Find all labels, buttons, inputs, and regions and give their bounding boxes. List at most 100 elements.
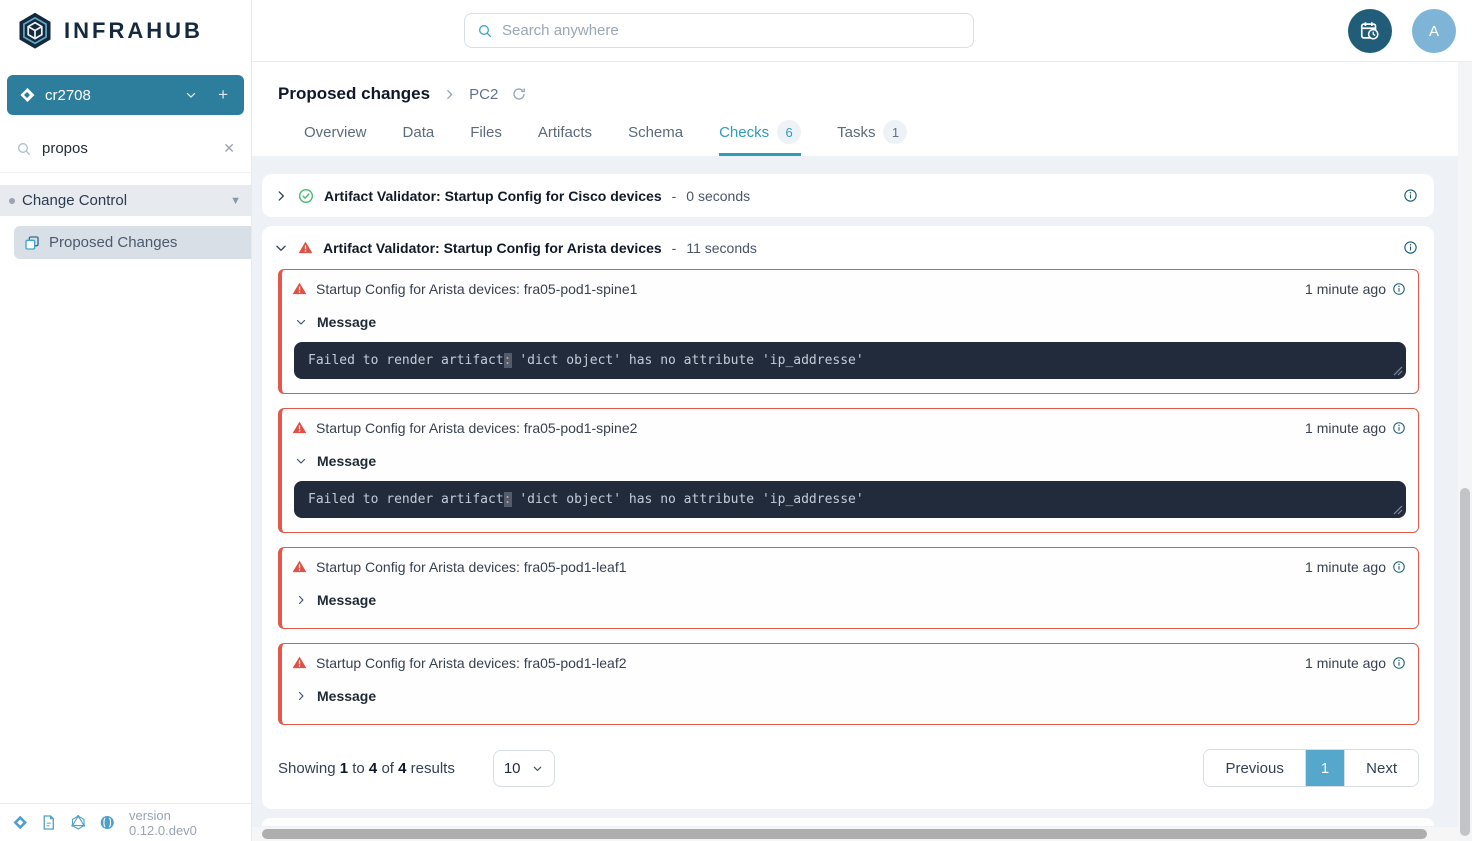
- infrahub-logo-icon: [16, 11, 54, 51]
- docs-icon[interactable]: [41, 814, 57, 831]
- separator: -: [672, 240, 677, 256]
- tab-checks[interactable]: Checks6: [719, 120, 801, 156]
- results-summary: Showing 1 to 4 of 4 results: [278, 760, 455, 777]
- graphql-icon[interactable]: [70, 814, 86, 831]
- chevron-down-icon[interactable]: ▼: [230, 195, 241, 207]
- failure-timestamp: 1 minute ago: [1305, 655, 1386, 671]
- chevron-right-icon: [295, 690, 307, 702]
- failure-title: Startup Config for Arista devices: fra05…: [316, 559, 627, 575]
- error-triangle-icon: [292, 559, 307, 574]
- message-toggle[interactable]: Message: [282, 446, 1418, 476]
- validator-card-cisco: Artifact Validator: Startup Config for C…: [262, 174, 1434, 217]
- pager: Previous 1 Next: [1203, 749, 1419, 787]
- validator-row[interactable]: Artifact Validator: Startup Config for C…: [262, 174, 1434, 217]
- chevron-down-icon: [531, 762, 544, 775]
- app-logo[interactable]: INFRAHUB: [0, 0, 251, 62]
- sidebar: INFRAHUB cr2708 + ✕ Change Control ▼ Pro…: [0, 0, 252, 841]
- info-icon[interactable]: [1403, 188, 1418, 203]
- proposed-changes-icon: [24, 235, 40, 251]
- version-label: version 0.12.0.dev0: [129, 808, 239, 838]
- info-icon[interactable]: [1403, 240, 1418, 255]
- branch-icon: [19, 87, 35, 103]
- pagination: Showing 1 to 4 of 4 results 10 Previous …: [262, 739, 1434, 803]
- message-toggle[interactable]: Message: [282, 307, 1418, 337]
- clear-search-icon[interactable]: ✕: [223, 140, 235, 157]
- validator-duration: 0 seconds: [686, 188, 750, 204]
- validator-duration: 11 seconds: [686, 240, 757, 256]
- search-icon: [16, 141, 32, 157]
- info-icon[interactable]: [1392, 282, 1406, 296]
- chevron-down-icon: [295, 455, 307, 467]
- time-travel-button[interactable]: [1348, 9, 1392, 53]
- info-icon[interactable]: [1392, 560, 1406, 574]
- tab-files[interactable]: Files: [470, 120, 502, 156]
- breadcrumb-section[interactable]: Proposed changes: [278, 84, 430, 104]
- resize-handle-icon[interactable]: [1393, 505, 1403, 515]
- tab-bar: Overview Data Files Artifacts Schema Che…: [278, 120, 1472, 156]
- failure-timestamp: 1 minute ago: [1305, 559, 1386, 575]
- check-failure-card-spine2: Startup Config for Arista devices: fra05…: [278, 408, 1419, 533]
- info-icon[interactable]: [1392, 656, 1406, 670]
- previous-page-button[interactable]: Previous: [1204, 750, 1304, 786]
- vertical-scrollbar-thumb[interactable]: [1460, 488, 1470, 836]
- info-icon[interactable]: [1392, 421, 1406, 435]
- app-logo-text: INFRAHUB: [64, 18, 203, 44]
- branch-icon[interactable]: [12, 814, 28, 831]
- avatar-initial: A: [1429, 23, 1439, 40]
- api-explorer-icon[interactable]: [99, 814, 115, 831]
- global-search-input[interactable]: [502, 22, 961, 39]
- error-triangle-icon: [292, 420, 307, 435]
- tab-artifacts[interactable]: Artifacts: [538, 120, 592, 156]
- refresh-icon[interactable]: [511, 86, 527, 102]
- chevron-right-icon[interactable]: [274, 189, 288, 203]
- error-triangle-icon: [298, 240, 313, 255]
- sidebar-search-input[interactable]: [42, 140, 213, 157]
- breadcrumb: Proposed changes PC2: [278, 84, 1472, 104]
- tab-schema[interactable]: Schema: [628, 120, 683, 156]
- horizontal-scrollbar[interactable]: [252, 827, 1458, 841]
- validator-title: Artifact Validator: Startup Config for C…: [324, 188, 662, 204]
- sidebar-group-label: Change Control: [22, 192, 127, 209]
- sidebar-item-label: Proposed Changes: [49, 234, 177, 251]
- avatar[interactable]: A: [1412, 9, 1456, 53]
- global-search: [464, 13, 974, 48]
- error-triangle-icon: [292, 281, 307, 296]
- validator-card-arista: Artifact Validator: Startup Config for A…: [262, 226, 1434, 809]
- failure-title: Startup Config for Arista devices: fra05…: [316, 655, 627, 671]
- add-branch-button[interactable]: +: [214, 85, 232, 105]
- tab-data[interactable]: Data: [403, 120, 435, 156]
- message-toggle[interactable]: Message: [282, 585, 1418, 615]
- validator-title: Artifact Validator: Startup Config for A…: [323, 240, 662, 256]
- sidebar-footer: version 0.12.0.dev0: [0, 803, 251, 841]
- message-toggle[interactable]: Message: [282, 681, 1418, 711]
- failure-timestamp: 1 minute ago: [1305, 281, 1386, 297]
- failure-message-output[interactable]: Failed to render artifact: 'dict object'…: [294, 342, 1406, 379]
- sidebar-item-proposed-changes[interactable]: Proposed Changes: [14, 226, 251, 259]
- branch-selector-button[interactable]: cr2708 +: [7, 75, 244, 115]
- horizontal-scrollbar-thumb[interactable]: [262, 829, 1427, 839]
- tab-overview[interactable]: Overview: [304, 120, 367, 156]
- top-header: A: [252, 0, 1472, 62]
- failure-title: Startup Config for Arista devices: fra05…: [316, 420, 637, 436]
- chevron-down-icon[interactable]: [274, 241, 288, 255]
- failure-title: Startup Config for Arista devices: fra05…: [316, 281, 637, 297]
- sidebar-group-change-control[interactable]: Change Control ▼: [0, 185, 251, 216]
- chevron-down-icon: [295, 316, 307, 328]
- checks-count-badge: 6: [777, 120, 801, 144]
- chevron-right-icon: [295, 594, 307, 606]
- chevron-down-icon[interactable]: [184, 88, 198, 102]
- checks-panel: Artifact Validator: Startup Config for C…: [252, 156, 1472, 841]
- page-size-value: 10: [504, 760, 521, 777]
- bullet-icon: [9, 198, 15, 204]
- next-validator-card-partial[interactable]: [262, 818, 1434, 826]
- page-1-button[interactable]: 1: [1305, 750, 1344, 786]
- resize-handle-icon[interactable]: [1393, 366, 1403, 376]
- failure-message-output[interactable]: Failed to render artifact: 'dict object'…: [294, 481, 1406, 518]
- breadcrumb-page[interactable]: PC2: [469, 86, 498, 103]
- tab-tasks[interactable]: Tasks1: [837, 120, 907, 156]
- page-size-select[interactable]: 10: [493, 750, 555, 787]
- validator-row[interactable]: Artifact Validator: Startup Config for A…: [262, 226, 1434, 269]
- success-check-icon: [298, 188, 314, 204]
- vertical-scrollbar[interactable]: [1458, 62, 1472, 841]
- next-page-button[interactable]: Next: [1344, 750, 1418, 786]
